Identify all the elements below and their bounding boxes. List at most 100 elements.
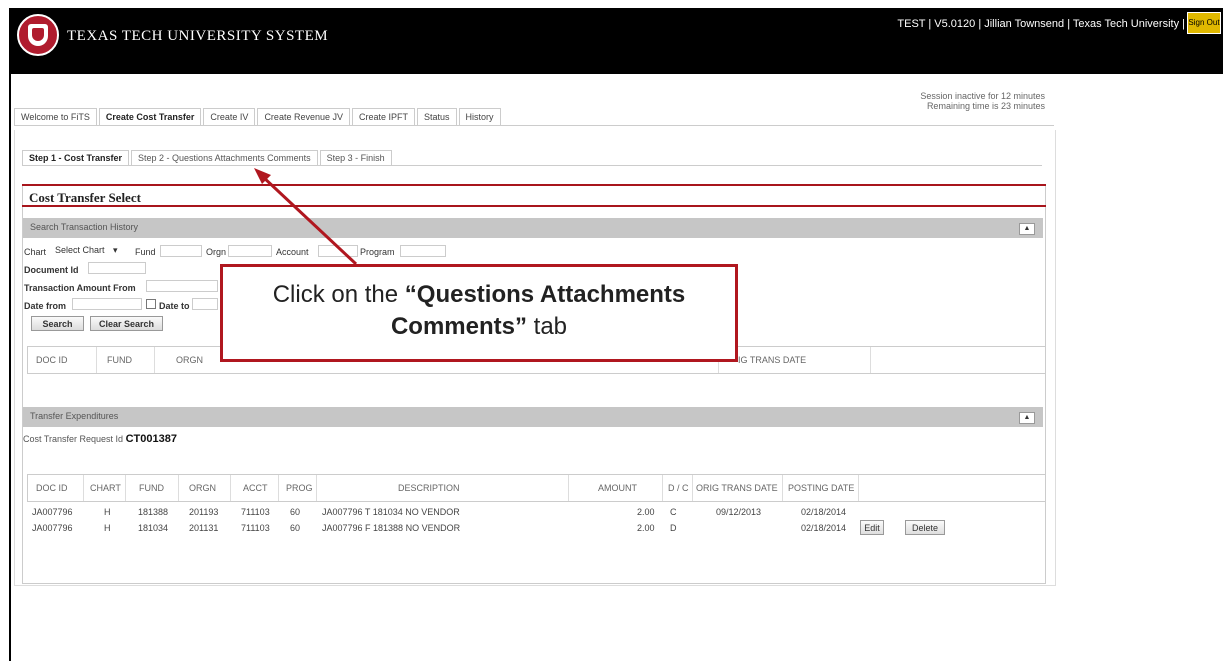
col-doc-id: DOC ID — [36, 483, 68, 493]
cell-description: JA007796 T 181034 NO VENDOR — [322, 507, 460, 517]
callout-suffix: tab — [533, 313, 568, 340]
chart-select[interactable]: Select Chart ▾ — [53, 245, 133, 257]
col-dc: D / C — [668, 483, 689, 493]
tab-create-ipft[interactable]: Create IPFT — [351, 108, 415, 125]
col-chart: CHART — [90, 483, 121, 493]
cell-amount: 2.00 — [637, 523, 655, 533]
expenditures-section-header[interactable]: Transfer Expenditures ▲ — [23, 407, 1043, 427]
collapse-icon[interactable]: ▲ — [1019, 223, 1035, 235]
collapse-icon[interactable]: ▲ — [1019, 412, 1035, 424]
tab-welcome[interactable]: Welcome to FiTS — [14, 108, 97, 125]
user-info: TEST | V5.0120 | Jillian Townsend | Texa… — [897, 18, 1185, 30]
chart-select-value: Select Chart — [55, 245, 105, 255]
tab-step-2-questions[interactable]: Step 2 - Questions Attachments Comments — [131, 150, 318, 165]
col-doc-id: DOC ID — [36, 355, 68, 365]
cell-orig-date: 09/12/2013 — [716, 507, 762, 517]
cell-dc: D — [670, 523, 677, 533]
orgn-label: Orgn — [206, 247, 227, 257]
tab-step-1-cost-transfer[interactable]: Step 1 - Cost Transfer — [22, 150, 130, 165]
col-orgn: ORGN — [176, 355, 203, 365]
request-id-value: CT001387 — [125, 433, 177, 445]
date-from-field[interactable] — [72, 298, 142, 310]
col-orgn: ORGN — [189, 483, 216, 493]
cell-dc: C — [670, 507, 677, 517]
instruction-callout: Click on the “Questions Attachments Comm… — [220, 264, 738, 362]
expenditures-section-title: Transfer Expenditures — [30, 411, 119, 421]
request-id-label: Cost Transfer Request Id CT001387 — [23, 433, 177, 445]
document-id-label: Document Id — [24, 265, 79, 275]
cell-fund: 181388 — [138, 507, 169, 517]
tab-step-3-finish[interactable]: Step 3 - Finish — [319, 150, 392, 165]
search-section-title: Search Transaction History — [30, 222, 139, 232]
left-border — [9, 74, 11, 661]
cell-posting-date: 02/18/2014 — [801, 507, 847, 517]
cell-doc-id: JA007796 — [32, 523, 73, 533]
panel-title: Cost Transfer Select — [29, 190, 141, 205]
program-field[interactable] — [400, 245, 446, 257]
amount-from-label: Transaction Amount From — [24, 283, 136, 293]
search-button[interactable]: Search — [31, 316, 84, 331]
cell-description: JA007796 F 181388 NO VENDOR — [322, 523, 461, 533]
cell-acct: 711103 — [241, 507, 270, 517]
date-to-field[interactable] — [192, 298, 218, 310]
clear-search-button[interactable]: Clear Search — [90, 316, 163, 331]
col-fund: FUND — [107, 355, 132, 365]
document-id-field[interactable] — [88, 262, 146, 274]
col-description: DESCRIPTION — [398, 483, 460, 493]
request-id-caption: Cost Transfer Request Id — [23, 434, 124, 444]
cell-orgn: 201193 — [189, 507, 219, 517]
delete-button[interactable]: Delete — [905, 520, 945, 535]
step-tabs: Step 1 - Cost Transfer Step 2 - Question… — [22, 150, 394, 165]
search-section-header[interactable]: Search Transaction History ▲ — [23, 218, 1043, 238]
cell-chart: H — [104, 523, 111, 533]
university-seal-icon — [17, 14, 59, 56]
tab-history[interactable]: History — [458, 108, 501, 125]
cell-prog: 60 — [290, 523, 301, 533]
callout-prefix: Click on the — [272, 281, 399, 308]
session-status: Session inactive for 12 minutes Remainin… — [895, 91, 1045, 111]
main-tabs: Welcome to FiTS Create Cost Transfer Cre… — [14, 108, 503, 125]
chevron-down-icon: ▾ — [113, 245, 118, 255]
screenshot-frame: TEXAS TECH UNIVERSITY SYSTEM TEST | V5.0… — [0, 0, 1223, 661]
col-amount: AMOUNT — [598, 483, 637, 493]
fund-label: Fund — [135, 247, 156, 257]
col-acct: ACCT — [243, 483, 268, 493]
table-row[interactable]: JA007796 H 181034 201131 711103 60 JA007… — [27, 520, 1044, 538]
tab-create-iv[interactable]: Create IV — [203, 108, 256, 125]
date-to-label: Date to — [159, 301, 190, 311]
steps-underline — [22, 165, 1042, 166]
fund-field[interactable] — [160, 245, 202, 257]
cell-fund: 181034 — [138, 523, 169, 533]
col-prog: PROG — [286, 483, 313, 493]
col-orig-trans-date: IG TRANS DATE — [738, 355, 807, 365]
cell-chart: H — [104, 507, 111, 517]
panel-title-rule — [22, 205, 1046, 207]
cell-acct: 711103 — [241, 523, 270, 533]
expenditures-table-header: DOC ID CHART FUND ORGN ACCT PROG DESCRIP… — [27, 474, 1046, 502]
account-label: Account — [276, 247, 309, 257]
system-name: TEXAS TECH UNIVERSITY SYSTEM — [67, 28, 329, 44]
tabs-underline — [14, 125, 1054, 126]
account-field[interactable] — [318, 245, 358, 257]
program-label: Program — [360, 247, 395, 257]
cell-orgn: 201131 — [189, 523, 219, 533]
cell-prog: 60 — [290, 507, 301, 517]
tab-create-revenue-jv[interactable]: Create Revenue JV — [257, 108, 350, 125]
session-inactive-text: Session inactive for 12 minutes — [920, 91, 1045, 101]
sign-out-button[interactable]: Sign Out — [1187, 12, 1221, 34]
cell-posting-date: 02/18/2014 — [801, 523, 847, 533]
top-header-bar: TEXAS TECH UNIVERSITY SYSTEM TEST | V5.0… — [9, 8, 1223, 74]
amount-from-field[interactable] — [146, 280, 218, 292]
col-posting-date: POSTING DATE — [788, 483, 855, 493]
orgn-field[interactable] — [228, 245, 272, 257]
tab-create-cost-transfer[interactable]: Create Cost Transfer — [98, 108, 202, 125]
calendar-icon[interactable] — [146, 299, 156, 309]
col-fund: FUND — [139, 483, 164, 493]
cell-amount: 2.00 — [637, 507, 655, 517]
edit-button[interactable]: Edit — [860, 520, 884, 535]
cell-doc-id: JA007796 — [32, 507, 73, 517]
tab-status[interactable]: Status — [417, 108, 457, 125]
col-orig-trans-date: ORIG TRANS DATE — [696, 483, 778, 493]
panel-top-rule — [22, 184, 1046, 186]
date-from-label: Date from — [24, 301, 67, 311]
